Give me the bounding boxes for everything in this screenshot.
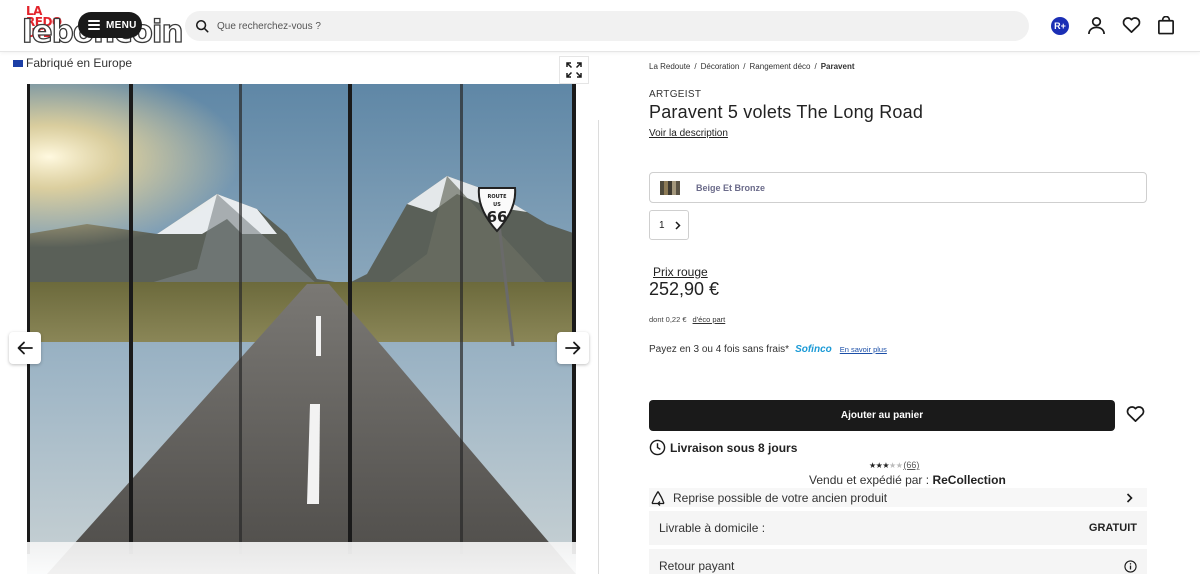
rating-stars: ★★★★★ [869, 460, 903, 470]
take-back-text: Reprise possible de votre ancien produit [673, 490, 888, 505]
price-label[interactable]: Prix rouge [653, 265, 708, 279]
expand-icon [566, 62, 582, 78]
previous-image-button[interactable] [9, 332, 41, 364]
variant-label: Beige Et Bronze [696, 182, 766, 193]
loyalty-badge-button[interactable]: R+ [1051, 17, 1069, 35]
breadcrumb-item-current: Paravent [820, 62, 855, 71]
home-delivery-row: Livrable à domicile : GRATUIT [649, 511, 1147, 545]
account-icon [1087, 16, 1105, 34]
rating-count[interactable]: (66) [903, 460, 919, 470]
take-back-row[interactable]: Reprise possible de votre ancien produit [649, 488, 1147, 507]
cart-button[interactable] [1155, 14, 1177, 36]
add-to-cart-button[interactable]: Ajouter au panier [649, 400, 1115, 431]
heart-icon [1122, 17, 1140, 33]
eco-contribution: dont 0,22 € d'éco part [649, 315, 725, 324]
chevron-right-icon [1126, 492, 1133, 503]
eco-text: dont 0,22 € [649, 315, 687, 324]
breadcrumb-item-la-redoute[interactable]: La Redoute [649, 62, 690, 71]
breadcrumb: La Redoute / Décoration / Rangement déco / … [649, 62, 855, 71]
rating[interactable]: ★★★★★ (66) [869, 460, 919, 470]
clock-icon [649, 439, 666, 456]
bag-icon [1158, 15, 1174, 34]
wishlist-header-button[interactable] [1120, 14, 1142, 36]
color-swatch [660, 180, 680, 195]
sofinco-logo: Sofinco [795, 344, 832, 355]
eco-link[interactable]: d'éco part [693, 315, 726, 324]
heart-icon [1126, 406, 1144, 422]
payment-more-link[interactable]: En savoir plus [840, 345, 887, 354]
add-to-wishlist-button[interactable] [1124, 403, 1146, 425]
hamburger-icon [88, 20, 100, 30]
payment-options: Payez en 3 ou 4 fois sans frais* Sofinco… [649, 344, 887, 355]
payment-text: Payez en 3 ou 4 fois sans frais* [649, 344, 790, 355]
home-delivery-label: Livrable à domicile : [659, 521, 766, 535]
product-price: 252,90 € [649, 279, 720, 299]
chevron-right-icon [675, 220, 681, 230]
fullscreen-button[interactable] [559, 56, 589, 84]
arrow-left-icon [17, 341, 33, 355]
eu-flag-icon [13, 59, 23, 67]
quantity-selector[interactable]: 1 [649, 210, 689, 240]
search-input[interactable] [217, 20, 997, 32]
route-sign-number: 66 [487, 208, 508, 226]
search-icon [195, 19, 209, 33]
seller-name[interactable]: ReCollection [932, 473, 1005, 487]
search-bar[interactable] [185, 11, 1029, 41]
account-button[interactable] [1085, 14, 1107, 36]
gallery-divider [598, 120, 599, 574]
delivery-info: Livraison sous 8 jours [649, 439, 797, 456]
color-variant-selector[interactable]: Beige Et Bronze [649, 172, 1147, 203]
route-sign-top: ROUTE [488, 194, 508, 200]
next-image-button[interactable] [557, 332, 589, 364]
menu-label: MENU [106, 19, 137, 31]
seller-info: Vendu et expédié par : ReCollection [809, 473, 1006, 487]
recycle-icon [651, 490, 665, 506]
arrow-right-icon [565, 341, 581, 355]
home-delivery-value: GRATUIT [1088, 522, 1137, 534]
product-image[interactable]: ROUTE US 66 [27, 84, 576, 574]
info-icon[interactable] [1124, 559, 1137, 573]
seller-prefix: Vendu et expédié par : [809, 473, 933, 487]
breadcrumb-item-decoration[interactable]: Décoration [701, 62, 740, 71]
returns-label: Retour payant [659, 559, 735, 573]
menu-button[interactable]: MENU [78, 12, 142, 38]
site-header: LA REDOUTE leboncoin MENU R+ [0, 0, 1200, 52]
product-title: Paravent 5 volets The Long Road [649, 102, 924, 122]
returns-row: Retour payant [649, 549, 1147, 574]
origin-label: Fabriqué en Europe [13, 56, 132, 70]
quantity-value: 1 [659, 219, 665, 231]
delivery-text: Livraison sous 8 jours [670, 440, 798, 455]
description-link[interactable]: Voir la description [649, 128, 728, 139]
breadcrumb-item-rangement-deco[interactable]: Rangement déco [750, 62, 811, 71]
product-brand[interactable]: ARTGEIST [649, 89, 701, 100]
origin-text: Fabriqué en Europe [26, 56, 133, 70]
